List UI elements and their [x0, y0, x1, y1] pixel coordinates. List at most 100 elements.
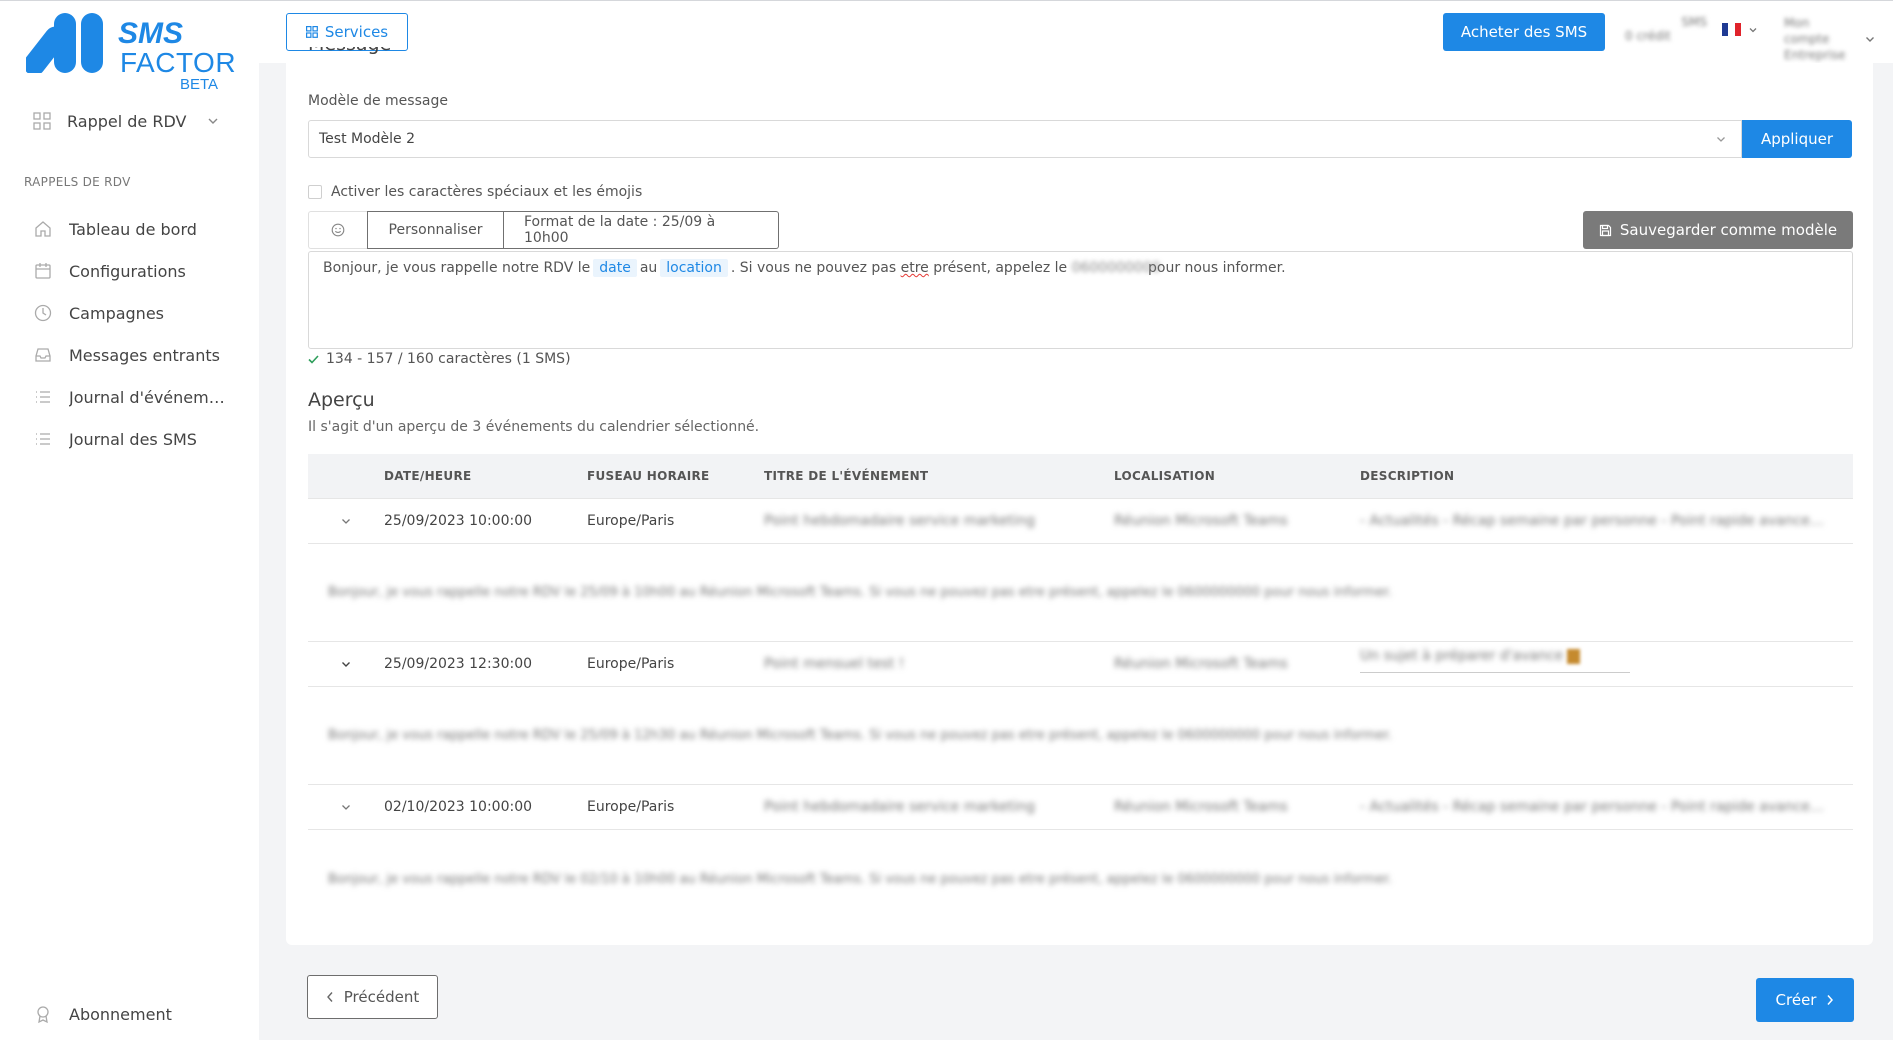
message-text: Bonjour, je vous rappelle notre RDV le	[323, 260, 591, 276]
package-emoji-icon	[1567, 648, 1581, 664]
user-menu[interactable]: Mon compte Entreprise	[1784, 15, 1876, 63]
cell-date: 25/09/2023 12:30:00	[384, 656, 533, 672]
services-button-label: Services	[324, 23, 389, 41]
create-button[interactable]: Créer	[1756, 978, 1854, 1022]
previous-button[interactable]: Précédent	[307, 975, 438, 1019]
column-header-date: DATE/HEURE	[384, 469, 472, 483]
user-name: Mon compte	[1784, 16, 1830, 46]
cell-title: Point hebdomadaire service marketing	[764, 513, 1036, 529]
sidebar-item-subscription[interactable]: Abonnement	[33, 993, 172, 1035]
preview-title: Aperçu	[308, 389, 375, 411]
sidebar-item-label: Configurations	[69, 261, 186, 281]
chevron-down-icon	[208, 118, 218, 124]
top-header: Services Acheter des SMS SMS 0 crédit Mo…	[259, 1, 1893, 63]
preview-table: DATE/HEURE FUSEAU HORAIRE TITRE DE L'ÉVÉ…	[308, 454, 1853, 928]
smiley-icon	[331, 223, 345, 237]
preview-subtitle: Il s'agit d'un aperçu de 3 événements du…	[308, 419, 760, 435]
user-info: Mon compte Entreprise	[1784, 15, 1852, 63]
section-heading: Message	[308, 47, 391, 55]
date-format-button[interactable]: Format de la date : 25/09 à 10h00	[504, 211, 779, 249]
message-text: . Si vous ne pouvez pas	[730, 260, 901, 276]
special-chars-checkbox[interactable]	[308, 185, 322, 199]
previous-button-label: Précédent	[343, 988, 420, 1006]
french-flag-icon	[1722, 23, 1741, 36]
row-expand-toggle[interactable]	[308, 658, 384, 670]
inbox-icon	[35, 348, 51, 362]
row-expand-toggle[interactable]	[308, 515, 384, 527]
grid-icon	[33, 112, 51, 130]
sms-factor-logo[interactable]: SMS FACTOR BETA	[26, 13, 236, 93]
module-selector[interactable]: Rappel de RDV	[33, 107, 233, 135]
cell-location: Réunion Microsoft Teams	[1114, 799, 1288, 815]
column-header-location: LOCALISATION	[1114, 469, 1216, 483]
sms-credits: SMS 0 crédit	[1625, 15, 1707, 51]
message-text: présent, appelez le	[928, 260, 1072, 276]
cell-description-text: Un sujet à préparer d'avance	[1360, 648, 1564, 664]
description-divider	[1360, 671, 1630, 673]
character-counter-text: 134 - 157 / 160 caractères (1 SMS)	[326, 351, 571, 367]
sidebar-item-label: Abonnement	[69, 1004, 172, 1024]
template-select[interactable]: Test Modèle 2	[308, 120, 1742, 158]
row-message-preview: Bonjour, je vous rappelle notre RDV le 0…	[308, 830, 1853, 928]
list-icon	[36, 391, 50, 403]
services-button[interactable]: Services	[286, 13, 408, 51]
character-counter: 134 - 157 / 160 caractères (1 SMS)	[308, 351, 571, 367]
sidebar-item-campaigns[interactable]: Campagnes	[33, 292, 248, 334]
cell-description: Un sujet à préparer d'avance	[1360, 648, 1853, 680]
sidebar-item-configurations[interactable]: Configurations	[33, 250, 248, 292]
create-button-label: Créer	[1775, 991, 1817, 1009]
table-row[interactable]: 25/09/2023 12:30:00 Europe/Paris Point m…	[308, 642, 1853, 687]
message-editor[interactable]: Bonjour, je vous rappelle notre RDV le da…	[308, 251, 1853, 349]
sidebar-item-event-log[interactable]: Journal d'événements	[33, 376, 248, 418]
emoji-button[interactable]	[308, 211, 367, 249]
cell-date: 02/10/2023 10:00:00	[384, 799, 533, 815]
message-preview-text: Bonjour, je vous rappelle notre RDV le 0…	[328, 871, 1392, 887]
table-row[interactable]: 02/10/2023 10:00:00 Europe/Paris Point h…	[308, 785, 1853, 830]
phone-number: 0600000000	[1071, 260, 1161, 276]
list-icon	[36, 433, 50, 445]
chevron-down-icon	[342, 662, 350, 667]
language-selector[interactable]	[1722, 23, 1758, 36]
row-message-preview: Bonjour, je vous rappelle notre RDV le 2…	[308, 687, 1853, 785]
variable-tag-date[interactable]: date	[593, 259, 637, 277]
cell-location: Réunion Microsoft Teams	[1114, 656, 1288, 672]
nav-section-title: RAPPELS DE RDV	[24, 175, 131, 189]
template-select-value: Test Modèle 2	[319, 131, 416, 147]
table-row[interactable]: 25/09/2023 10:00:00 Europe/Paris Point h…	[308, 499, 1853, 544]
logo-text-factor: FACTOR	[120, 47, 237, 78]
message-preview-text: Bonjour, je vous rappelle notre RDV le 2…	[328, 728, 1392, 743]
save-as-template-label: Sauvegarder comme modèle	[1619, 221, 1838, 239]
message-text: pour nous informer.	[1143, 260, 1286, 276]
row-expand-toggle[interactable]	[308, 801, 384, 813]
sidebar-item-incoming-messages[interactable]: Messages entrants	[33, 334, 248, 376]
apply-template-button[interactable]: Appliquer	[1742, 120, 1852, 158]
buy-sms-button[interactable]: Acheter des SMS	[1443, 13, 1605, 51]
cell-timezone: Europe/Paris	[587, 656, 675, 672]
sidebar: SMS FACTOR BETA Rappel de RDV RAPPELS DE…	[0, 1, 259, 1040]
module-selector-label: Rappel de RDV	[67, 111, 187, 131]
table-header: DATE/HEURE FUSEAU HORAIRE TITRE DE L'ÉVÉ…	[308, 454, 1853, 499]
chevron-down-icon	[342, 519, 350, 524]
variable-tag-location[interactable]: location	[660, 259, 728, 277]
sidebar-item-label: Messages entrants	[69, 345, 220, 365]
chevron-right-icon	[1827, 995, 1834, 1005]
sidebar-item-label: Campagnes	[69, 303, 164, 323]
grid-icon	[305, 26, 318, 38]
special-chars-toggle[interactable]: Activer les caractères spéciaux et les é…	[308, 184, 642, 200]
column-header-title: TITRE DE L'ÉVÉNEMENT	[764, 469, 929, 483]
sidebar-item-sms-log[interactable]: Journal des SMS	[33, 418, 248, 460]
home-icon	[35, 221, 51, 237]
logo-mark-icon	[26, 13, 103, 73]
user-company: Entreprise	[1784, 48, 1846, 62]
credits-label: SMS	[1681, 15, 1707, 29]
save-as-template-button[interactable]: Sauvegarder comme modèle	[1583, 211, 1853, 249]
cell-title: Point hebdomadaire service marketing	[764, 799, 1036, 815]
logo-text-sms: SMS	[118, 17, 184, 50]
column-header-timezone: FUSEAU HORAIRE	[587, 469, 710, 483]
credits-value: 0 crédit	[1625, 29, 1671, 43]
personalize-button[interactable]: Personnaliser	[367, 211, 504, 249]
sidebar-item-dashboard[interactable]: Tableau de bord	[33, 208, 248, 250]
message-preview-text: Bonjour, je vous rappelle notre RDV le 2…	[328, 585, 1392, 600]
reminder-form-card: Message Modèle de message Test Modèle 2 …	[286, 47, 1873, 945]
sidebar-item-label: Tableau de bord	[69, 219, 197, 239]
